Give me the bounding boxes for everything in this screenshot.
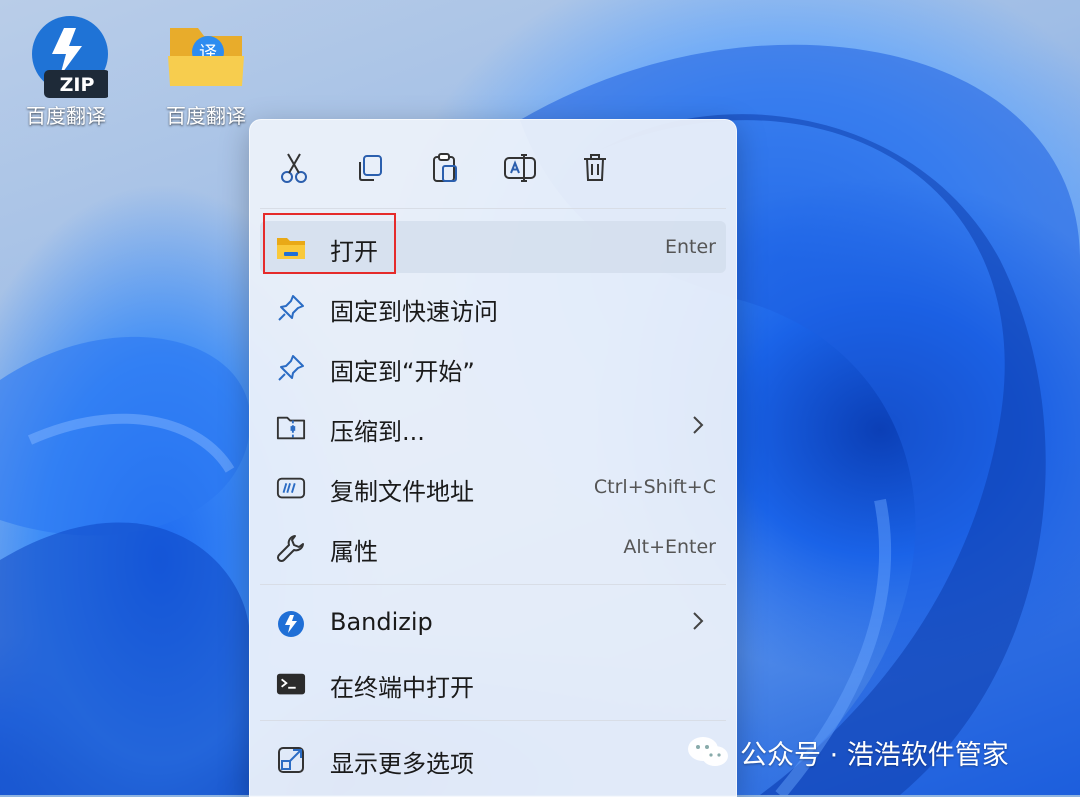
menu-item-compress-to[interactable]: 压缩到... (260, 401, 726, 453)
bandizip-archive-icon: ZIP (24, 14, 110, 98)
menu-item-label: 在终端中打开 (330, 674, 474, 702)
menu-separator (260, 208, 726, 209)
cut-button[interactable] (274, 148, 314, 188)
menu-item-copy-path[interactable]: 复制文件地址 Ctrl+Shift+C (260, 461, 726, 513)
rename-button[interactable] (500, 148, 540, 188)
chevron-right-icon (692, 611, 704, 635)
scissors-icon (281, 153, 307, 183)
bandizip-icon (276, 609, 306, 639)
trash-icon (584, 154, 606, 181)
menu-item-bandizip[interactable]: Bandizip (260, 597, 726, 649)
desktop-icon-label: 百度翻译 (166, 104, 246, 128)
delete-button[interactable] (575, 148, 615, 188)
terminal-icon (276, 669, 306, 699)
rename-icon (504, 154, 536, 182)
menu-item-label: 压缩到... (330, 418, 425, 446)
menu-item-show-more-options[interactable]: 显示更多选项 (260, 733, 726, 785)
menu-item-label: 复制文件地址 (330, 478, 474, 506)
desktop-icon-label: 百度翻译 (26, 104, 106, 128)
wechat-icon (688, 737, 728, 766)
zip-folder-icon (276, 413, 306, 443)
external-open-icon (276, 745, 306, 775)
menu-item-pin-start[interactable]: 固定到“开始” (260, 341, 726, 393)
path-icon (276, 473, 306, 503)
menu-item-label: 固定到快速访问 (330, 298, 498, 326)
pin-icon (276, 293, 306, 323)
menu-separator (260, 720, 726, 721)
pin-icon (276, 353, 306, 383)
desktop-icon-bandizip-archive[interactable]: ZIP 百度翻译 (20, 14, 112, 129)
menu-item-properties[interactable]: 属性 Alt+Enter (260, 521, 726, 573)
menu-item-open-in-terminal[interactable]: 在终端中打开 (260, 657, 726, 709)
menu-item-label: 显示更多选项 (330, 750, 474, 778)
menu-item-shortcut: Alt+Enter (623, 536, 716, 558)
menu-item-pin-quick-access[interactable]: 固定到快速访问 (260, 281, 726, 333)
menu-item-label: 固定到“开始” (330, 358, 475, 386)
clipboard-icon (433, 153, 457, 182)
watermark-text: 公众号 · 浩浩软件管家 (740, 739, 1009, 771)
wrench-icon (276, 533, 306, 563)
chevron-right-icon (692, 415, 704, 439)
copy-button[interactable] (350, 148, 390, 188)
copy-icon (359, 155, 382, 181)
menu-item-label: 属性 (330, 538, 378, 566)
watermark: 公众号 · 浩浩软件管家 (686, 732, 1009, 772)
open-highlight-box (263, 213, 396, 274)
menu-separator (260, 584, 726, 585)
zip-badge-text: ZIP (60, 74, 95, 96)
context-menu-toolbar (250, 120, 736, 208)
folder-icon: 译 (164, 14, 248, 98)
menu-item-shortcut: Enter (665, 236, 716, 258)
paste-button[interactable] (425, 148, 465, 188)
desktop-icon-folder[interactable]: 译 百度翻译 (160, 14, 252, 129)
menu-item-label: Bandizip (330, 608, 433, 636)
menu-item-shortcut: Ctrl+Shift+C (593, 476, 716, 498)
